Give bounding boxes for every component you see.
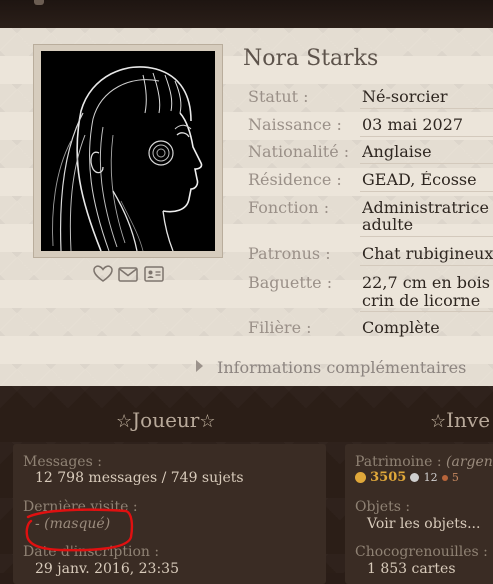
- field-label: Statut :: [248, 87, 309, 106]
- messages-value: 12 798 messages / 749 sujets: [35, 470, 244, 486]
- divider: [360, 108, 493, 109]
- avatar-frame: [33, 44, 223, 258]
- patrimoine-label: Patrimoine : (argen: [355, 454, 493, 470]
- objets-label: Objets :: [355, 499, 411, 515]
- field-label: Fonction :: [248, 198, 330, 217]
- inscription-value: 29 janv. 2016, 23:35: [35, 561, 179, 577]
- profile-actions: [92, 264, 172, 286]
- star-icon: ☆: [116, 411, 133, 432]
- patrimoine-hint: (argen: [446, 454, 493, 470]
- bronze-coin-icon: [441, 474, 448, 481]
- gold-coin-icon: [355, 472, 366, 483]
- inventaire-heading: ☆Inve: [430, 408, 490, 432]
- field-value-line2: crin de licorne: [362, 292, 481, 310]
- objets-link[interactable]: Voir les objets...: [367, 516, 480, 532]
- joueur-title: Joueur: [132, 408, 200, 432]
- top-bar: [0, 0, 493, 28]
- field-fonction: Fonction : Administratrice adulte: [248, 199, 493, 239]
- envelope-icon[interactable]: [117, 264, 139, 284]
- avatar-portrait: [41, 51, 215, 251]
- top-bar-tab: [34, 0, 44, 5]
- joueur-heading: ☆Joueur☆: [116, 408, 216, 432]
- inventaire-title: Inve: [446, 408, 491, 432]
- field-value: 03 mai 2027: [362, 116, 464, 134]
- divider: [360, 191, 493, 192]
- red-annotation-circle: [25, 508, 134, 552]
- field-value: 22,7 cm en bois: [362, 274, 490, 292]
- divider: [360, 236, 493, 237]
- bronze-value: 5: [451, 471, 459, 484]
- field-label: Naissance :: [248, 115, 342, 134]
- divider: [360, 311, 493, 312]
- field-value-line2: adulte: [362, 216, 414, 234]
- field-value: Anglaise: [362, 143, 432, 161]
- choco-value: 1 853 cartes: [367, 561, 456, 577]
- field-label: Filière :: [248, 318, 312, 337]
- silver-coin-icon: [410, 473, 420, 482]
- field-label: Nationalité :: [248, 142, 350, 161]
- star-icon: ☆: [430, 411, 447, 432]
- field-value: GEAD, Écosse: [362, 171, 477, 189]
- divider: [360, 163, 493, 164]
- triangle-right-icon: [196, 360, 203, 372]
- divider: [360, 136, 493, 137]
- star-icon: ☆: [199, 411, 216, 432]
- divider: [360, 265, 493, 266]
- gold-value: 3505: [370, 470, 407, 485]
- inventaire-panel: Patrimoine : (argen 3505 12 5 Objets : V…: [345, 444, 493, 584]
- choco-label: Chocogrenouilles :: [355, 544, 488, 560]
- field-label: Baguette :: [248, 273, 333, 292]
- profile-card: Nora Starks Statut : Né-sorcier Naissanc…: [0, 28, 493, 386]
- character-name: Nora Starks: [243, 46, 379, 71]
- field-value: Complète: [362, 319, 440, 337]
- field-value: Né-sorcier: [362, 88, 448, 106]
- avatar: [41, 51, 215, 251]
- field-label: Résidence :: [248, 170, 342, 189]
- messages-label: Messages :: [23, 454, 102, 470]
- id-card-icon[interactable]: [143, 264, 165, 284]
- heart-icon[interactable]: [92, 264, 114, 284]
- silver-value: 12: [423, 471, 438, 484]
- field-value: Chat rubigineux: [362, 245, 493, 263]
- more-info-label: Informations complémentaires: [217, 358, 467, 377]
- currency-row: 3505 12 5: [355, 470, 459, 485]
- more-info-toggle[interactable]: Informations complémentaires: [196, 358, 466, 377]
- field-value: Administratrice: [362, 199, 489, 217]
- field-baguette: Baguette : 22,7 cm en bois crin de licor…: [248, 274, 493, 314]
- field-label: Patronus :: [248, 244, 331, 263]
